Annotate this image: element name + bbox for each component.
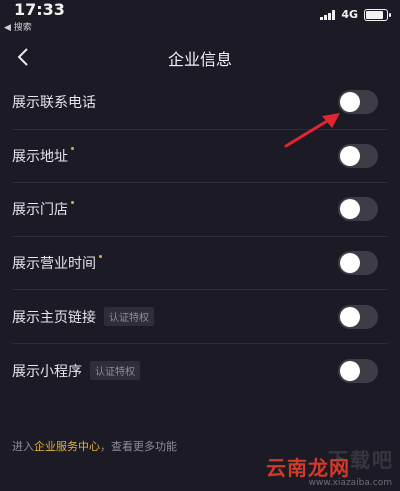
- back-to-app-link[interactable]: ◀ 搜索: [4, 20, 32, 33]
- certification-badge: 认证特权: [104, 307, 154, 327]
- footer-note: 进入企业服务中心，查看更多功能: [12, 438, 177, 454]
- status-time: 17:33: [14, 0, 65, 19]
- certification-badge: 认证特权: [90, 361, 140, 381]
- phone-toggle[interactable]: [338, 90, 378, 115]
- watermark-url: www.xiazaiba.com: [308, 478, 392, 488]
- setting-label: 展示主页链接: [12, 309, 96, 326]
- miniprogram-toggle[interactable]: [338, 358, 378, 383]
- setting-row-store: 展示门店: [12, 183, 388, 237]
- footer-prefix: 进入: [12, 440, 34, 453]
- page-title: 企业信息: [167, 50, 232, 69]
- annotation-arrow-icon: [284, 113, 340, 148]
- network-type: 4G: [341, 8, 358, 21]
- battery-icon: [364, 8, 391, 21]
- enterprise-service-center-link[interactable]: 企业服务中心: [34, 440, 100, 453]
- footer-suffix: ，查看更多功能: [100, 440, 177, 453]
- homepage-toggle[interactable]: [338, 304, 378, 329]
- required-dot-icon: [71, 200, 74, 204]
- toggle-knob: [340, 145, 360, 166]
- status-bar: 17:33 ◀ 搜索 4G: [0, 0, 400, 36]
- navigation-bar: 企业信息: [0, 36, 400, 80]
- setting-label: 展示地址: [12, 148, 68, 165]
- required-dot-icon: [71, 147, 74, 151]
- setting-row-miniprogram: 展示小程序 认证特权: [12, 344, 388, 398]
- toggle-knob: [340, 360, 360, 381]
- required-dot-icon: [99, 254, 102, 258]
- watermark-brand: 云南龙网: [266, 456, 350, 480]
- toggle-knob: [340, 253, 360, 274]
- setting-row-homepage: 展示主页链接 认证特权: [12, 290, 388, 344]
- setting-label: 展示门店: [12, 202, 68, 219]
- signal-icon: [320, 9, 336, 20]
- status-indicators: 4G: [320, 8, 391, 21]
- toggle-knob: [340, 199, 360, 220]
- toggle-knob: [340, 306, 360, 327]
- setting-label: 展示小程序: [12, 363, 82, 380]
- toggle-knob: [340, 92, 360, 113]
- setting-row-hours: 展示营业时间: [12, 237, 388, 291]
- store-toggle[interactable]: [338, 197, 378, 222]
- address-toggle[interactable]: [338, 143, 378, 168]
- setting-label: 展示联系电话: [12, 95, 96, 112]
- setting-label: 展示营业时间: [12, 256, 96, 273]
- hours-toggle[interactable]: [338, 251, 378, 276]
